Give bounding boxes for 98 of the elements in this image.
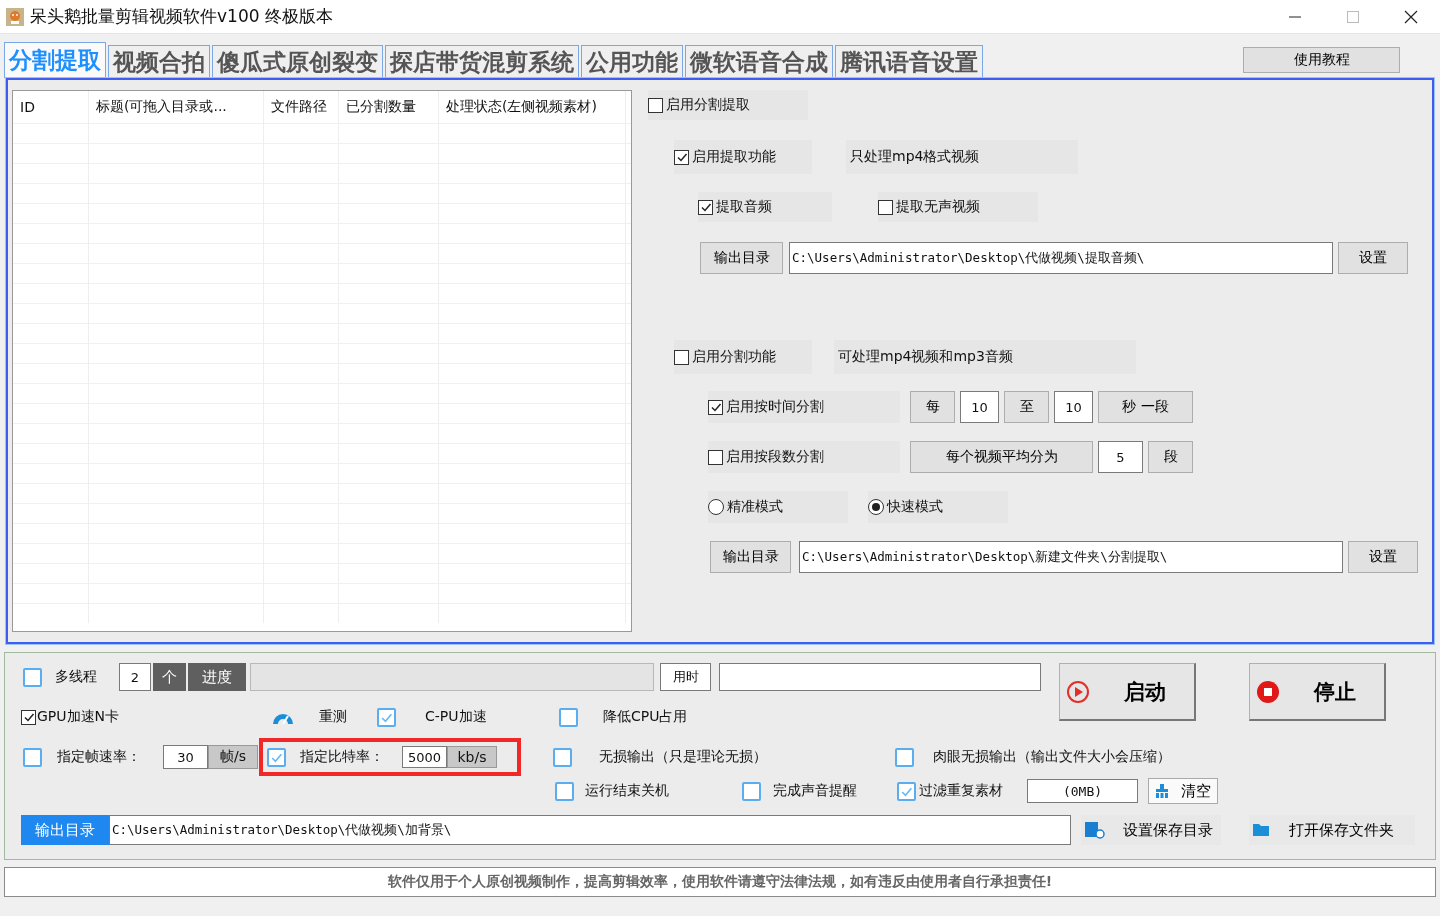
start-button[interactable]: 启动 <box>1059 663 1196 721</box>
size-field: (0MB) <box>1027 779 1138 803</box>
radio-label: 精准模式 <box>727 498 783 516</box>
checkbox[interactable] <box>553 747 572 767</box>
close-icon <box>1404 9 1418 24</box>
progress-label: 进度 <box>188 663 246 691</box>
tab[interactable]: 探店带货混剪系统 <box>385 45 579 78</box>
path-field[interactable]: C:\Users\Administrator\Desktop\代做视频\提取音频\ <box>789 242 1333 274</box>
thread-count-field[interactable]: 2 <box>119 663 151 691</box>
checkbox[interactable] <box>895 747 914 767</box>
note-text: 只处理mp4格式视频 <box>849 148 980 166</box>
checkbox-label: 降低CPU占用 <box>603 708 688 726</box>
output-dir-button[interactable]: 输出目录 <box>700 242 783 274</box>
checkbox-label: C-PU加速 <box>425 708 487 726</box>
set-button[interactable]: 设置 <box>1348 541 1418 573</box>
note-text: 可处理mp4视频和mp3音频 <box>837 348 1013 366</box>
every-button[interactable]: 每 <box>910 391 955 423</box>
unit-label: 帧/s <box>208 745 258 769</box>
from-field[interactable]: 10 <box>960 391 999 423</box>
checkbox-label: 完成声音提醒 <box>773 782 857 800</box>
checkbox-label: 启用按时间分割 <box>726 398 824 416</box>
window-title: 呆头鹅批量剪辑视频软件v100 终极版本 <box>30 5 334 28</box>
radio-button[interactable] <box>708 499 724 515</box>
checkbox-label: 肉眼无损输出（输出文件大小会压缩） <box>933 748 1171 766</box>
checkbox-label: 启用分割功能 <box>692 348 776 366</box>
checkbox[interactable] <box>742 781 761 801</box>
stop-button[interactable]: 停止 <box>1249 663 1386 721</box>
clear-button[interactable]: 清空 <box>1148 778 1218 804</box>
set-button[interactable]: 设置 <box>1338 242 1408 274</box>
unit-label: kb/s <box>447 746 497 768</box>
retest-link[interactable]: 重测 <box>319 708 347 726</box>
tutorial-button[interactable]: 使用教程 <box>1243 47 1400 73</box>
broom-icon <box>1155 784 1169 798</box>
checkbox[interactable] <box>23 747 42 767</box>
checkbox[interactable] <box>878 199 893 215</box>
radio-label: 快速模式 <box>887 498 943 516</box>
bitrate-field[interactable]: 5000 <box>402 746 447 768</box>
tab[interactable]: 傻瓜式原创裂变 <box>212 45 383 78</box>
checkbox[interactable] <box>21 709 36 725</box>
radio-button[interactable] <box>868 499 884 515</box>
checkbox[interactable] <box>648 97 663 113</box>
checkbox-label: 提取音频 <box>716 198 772 216</box>
checkbox[interactable] <box>674 349 689 365</box>
check-icon <box>675 151 688 163</box>
column-header[interactable]: ID <box>13 91 89 123</box>
tab[interactable]: 腾讯语音设置 <box>835 45 983 78</box>
unit-label: 个 <box>153 663 186 691</box>
set-save-dir-button[interactable]: 设置保存目录 <box>1081 815 1221 845</box>
path-field[interactable]: C:\Users\Administrator\Desktop\新建文件夹\分割提取\ <box>799 541 1343 573</box>
to-button[interactable]: 至 <box>1004 391 1049 423</box>
tab[interactable]: 公用功能 <box>581 45 683 78</box>
checkbox[interactable] <box>897 781 916 801</box>
path-field[interactable]: C:\Users\Administrator\Desktop\代做视频\加背景\ <box>109 815 1071 845</box>
count-field[interactable]: 5 <box>1098 441 1143 473</box>
average-split-button[interactable]: 每个视频平均分为 <box>910 441 1093 473</box>
check-icon <box>699 201 712 213</box>
checkbox-label: 指定比特率： <box>300 748 384 766</box>
checkbox-label: 过滤重复素材 <box>919 782 1003 800</box>
checkbox-label: 多线程 <box>55 668 97 686</box>
check-icon <box>709 401 722 413</box>
checkbox-label: GPU加速N卡 <box>37 708 119 726</box>
play-icon <box>1066 679 1090 704</box>
checkbox[interactable] <box>555 781 574 801</box>
checkbox-label: 运行结束关机 <box>585 782 669 800</box>
frame-rate-field[interactable]: 30 <box>163 745 208 769</box>
checkbox-label: 指定帧速率： <box>57 748 141 766</box>
folder-icon <box>1253 823 1271 837</box>
unit-button[interactable]: 秒 一段 <box>1098 391 1193 423</box>
checkbox[interactable] <box>674 149 689 165</box>
checkbox[interactable] <box>559 707 578 727</box>
column-header[interactable]: 已分割数量 <box>339 91 439 123</box>
maximize-icon <box>1347 10 1359 23</box>
check-icon <box>22 711 35 723</box>
unit-button[interactable]: 段 <box>1148 441 1193 473</box>
to-field[interactable]: 10 <box>1054 391 1093 423</box>
output-dir-label: 输出目录 <box>21 815 109 845</box>
column-header[interactable]: 处理状态(左侧视频素材) <box>439 91 626 123</box>
elapsed-field[interactable] <box>719 663 1041 691</box>
checkbox-label: 启用按段数分割 <box>726 448 824 466</box>
tab[interactable]: 视频合拍 <box>108 45 210 78</box>
open-save-folder-button[interactable]: 打开保存文件夹 <box>1249 815 1415 845</box>
checkbox[interactable] <box>267 747 286 767</box>
checkbox-label: 提取无声视频 <box>896 198 980 216</box>
elapsed-label: 用时 <box>660 663 711 691</box>
tab[interactable]: 微软语音合成 <box>685 45 833 78</box>
checkbox-label: 启用分割提取 <box>666 96 750 114</box>
checkbox-label: 启用提取功能 <box>692 148 776 166</box>
checkbox[interactable] <box>698 199 713 215</box>
checkbox[interactable] <box>708 399 723 415</box>
checkbox-label: 无损输出（只是理论无损） <box>599 748 767 766</box>
checkbox[interactable] <box>23 667 42 687</box>
column-header[interactable]: 标题(可拖入目录或... <box>89 91 264 123</box>
output-dir-button[interactable]: 输出目录 <box>710 541 791 573</box>
checkbox[interactable] <box>708 449 723 465</box>
stop-icon <box>1256 679 1280 704</box>
checkbox[interactable] <box>377 707 396 727</box>
column-header[interactable]: 文件路径 <box>264 91 339 123</box>
disclaimer-text: 软件仅用于个人原创视频制作，提高剪辑效率，使用软件请遵守法律法规，如有违反由使用者自行承担责任! <box>4 867 1436 897</box>
